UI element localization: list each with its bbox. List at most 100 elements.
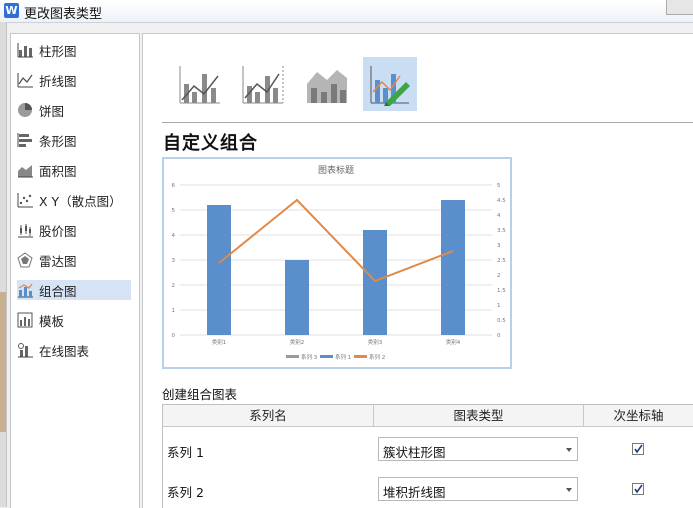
wps-app-icon: W [4, 3, 19, 18]
y-tick-label: 5 [172, 208, 176, 214]
bar-series-1 [441, 200, 465, 335]
sidebar-item-stock-chart[interactable]: 股价图 [17, 220, 131, 240]
clustered-column-line-secondary-axis-icon [242, 66, 284, 104]
legend-swatch [286, 355, 299, 358]
y2-tick-label: 1 [497, 303, 501, 309]
y2-tick-label: 1.5 [497, 288, 506, 294]
series-2-type-value: 堆积折线图 [383, 485, 446, 500]
window-title: 更改图表类型 [24, 7, 103, 22]
x-tick-label: 类别3 [368, 338, 383, 346]
section-title: 自定义组合 [163, 133, 258, 154]
subtype-column-line-secondary[interactable] [236, 57, 290, 111]
x-tick-label: 类别2 [290, 338, 305, 346]
sidebar-item-radar-chart[interactable]: 雷达图 [17, 250, 131, 270]
sidebar-item-template[interactable]: 模板 [17, 310, 131, 330]
sidebar-item-pie-chart[interactable]: 饼图 [17, 100, 131, 120]
bar-series-1 [285, 260, 309, 335]
background-window-strip [0, 22, 7, 507]
series-2-name: 系列 2 [167, 485, 204, 500]
series-1-name: 系列 1 [167, 445, 204, 460]
legend-entry: 系列 1 [335, 353, 351, 361]
bar-series-1 [207, 205, 231, 335]
sidebar-item-column-chart[interactable]: 柱形图 [17, 40, 131, 60]
stacked-area-clustered-column-icon [307, 70, 347, 103]
y-tick-label: 4 [172, 233, 176, 239]
sidebar-item-label: 柱形图 [39, 43, 77, 59]
combo-chart-icon [18, 283, 33, 298]
y2-tick-label: 5 [497, 183, 501, 189]
sidebar-item-label: 组合图 [39, 283, 77, 299]
series-2-type-select[interactable]: 堆积折线图 [378, 477, 578, 501]
x-tick-label: 类别4 [446, 338, 461, 346]
subtype-clustered-column-line[interactable] [173, 57, 227, 111]
pie-chart-icon [18, 103, 32, 117]
y-tick-label: 2 [172, 283, 176, 289]
area-chart-icon [18, 165, 33, 178]
clustered-column-line-icon [179, 66, 220, 104]
sidebar-item-scatter-chart[interactable]: X Y（散点图） [17, 190, 131, 210]
chevron-down-icon [566, 448, 572, 452]
header-secondary-axis: 次坐标轴 [584, 405, 693, 427]
y2-tick-label: 3.5 [497, 228, 506, 234]
y2-tick-label: 0.5 [497, 318, 506, 324]
y-tick-label: 6 [172, 183, 176, 189]
y-tick-label: 1 [172, 308, 176, 314]
bar-series-1 [363, 230, 387, 335]
sidebar-item-combo-chart[interactable]: 组合图 [17, 280, 131, 300]
sidebar-item-label: 面积图 [39, 163, 77, 179]
create-combo-label: 创建组合图表 [162, 387, 238, 402]
sidebar-item-label: 折线图 [39, 73, 77, 89]
y2-tick-label: 2 [497, 273, 501, 279]
sidebar-item-label: 在线图表 [39, 343, 90, 359]
series-1-secondary-axis-checkbox[interactable] [632, 443, 644, 455]
chart-category-list: 柱形图折线图饼图条形图面积图 X Y（散点图） 股价图雷达图组合图模板在线图表 [10, 33, 140, 508]
custom-combination-icon [370, 66, 410, 106]
chevron-down-icon [566, 488, 572, 492]
combo-chart: 图表标题 0 1 2 3 4 5 6 0 0.5 1 1.5 2 2.5 3 3.5 4 4.5 5 类别1 类别2 类别… [172, 164, 507, 361]
y-tick-label: 0 [172, 333, 176, 339]
series-1-type-select[interactable]: 簇状柱形图 [378, 437, 578, 461]
line-series-2 [218, 198, 454, 283]
y2-tick-label: 3 [497, 243, 501, 249]
subtype-area-column[interactable] [300, 57, 354, 111]
x-tick-label: 类别1 [212, 338, 227, 346]
series-1-type-value: 簇状柱形图 [383, 445, 446, 460]
radar-chart-icon [17, 252, 33, 268]
sidebar-item-label: X Y（散点图） [39, 193, 122, 209]
sidebar-item-area-chart[interactable]: 面积图 [17, 160, 131, 180]
legend-swatch [320, 355, 333, 358]
close-button-edge[interactable] [666, 0, 693, 15]
sidebar-item-online-chart[interactable]: 在线图表 [17, 340, 131, 360]
online-chart-icon [18, 343, 33, 358]
series-2-secondary-axis-checkbox[interactable] [632, 483, 644, 495]
section-divider [162, 122, 693, 123]
sidebar-item-label: 模板 [39, 313, 65, 329]
y2-tick-label: 4 [497, 213, 501, 219]
subtype-custom-combination[interactable] [363, 57, 417, 111]
sidebar-item-label: 饼图 [39, 103, 65, 119]
check-icon [634, 444, 643, 454]
y2-tick-label: 2.5 [497, 258, 506, 264]
legend-entry: 系列 2 [369, 353, 385, 361]
sidebar-item-line-chart[interactable]: 折线图 [17, 70, 131, 90]
chart-title: 图表标题 [318, 164, 354, 176]
title-bar: W 更改图表类型 [0, 0, 693, 23]
y2-tick-label: 0 [497, 333, 501, 339]
stock-chart-icon [18, 224, 33, 238]
legend-entry: 系列 3 [301, 353, 318, 361]
header-chart-type: 图表类型 [374, 405, 584, 427]
check-icon [634, 484, 643, 494]
template-icon [17, 312, 33, 328]
legend-swatch [354, 355, 367, 358]
y2-tick-label: 4.5 [497, 198, 506, 204]
sidebar-item-bar-chart[interactable]: 条形图 [17, 130, 131, 150]
y-tick-label: 3 [172, 258, 176, 264]
column-chart-icon [17, 43, 33, 58]
line-chart-icon [17, 73, 33, 88]
sidebar-item-label: 雷达图 [39, 253, 77, 269]
series-table: 系列名 图表类型 次坐标轴 系列 1 簇状柱形图 系列 2 堆积折线图 [162, 404, 693, 508]
scatter-chart-icon [17, 193, 33, 208]
header-series-name: 系列名 [163, 405, 374, 427]
chart-preview: 图表标题 0 1 2 3 4 5 6 0 0.5 1 1.5 2 2.5 3 3.5 4 4.5 5 类别1 类别2 类别… [162, 157, 512, 369]
sidebar-item-label: 股价图 [39, 223, 77, 239]
